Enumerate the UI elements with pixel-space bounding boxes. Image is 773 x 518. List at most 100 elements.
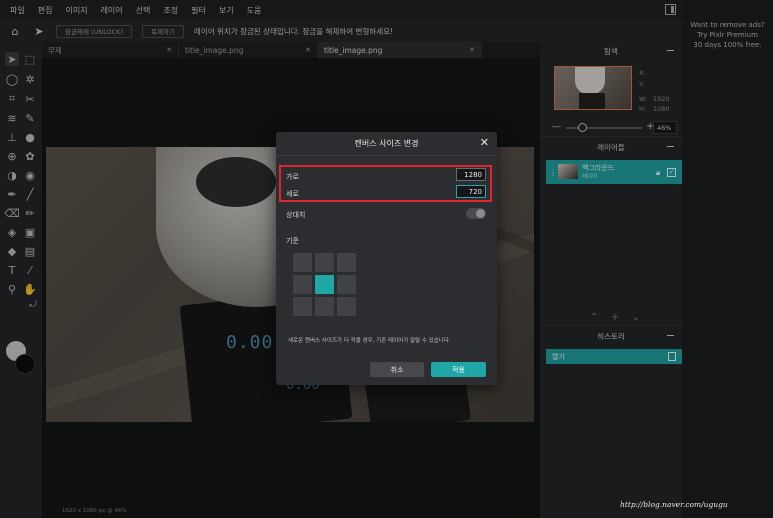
height-input[interactable]: 720	[456, 185, 486, 198]
anchor-label: 기준	[286, 237, 299, 245]
gradient-icon[interactable]: ▣	[23, 225, 37, 239]
layer-thumbnail	[558, 164, 578, 179]
cancel-button[interactable]: 취소	[370, 362, 424, 377]
anchor-bottom[interactable]	[315, 297, 334, 316]
dodge-icon[interactable]: ◑	[5, 168, 19, 182]
width-input[interactable]: 1280	[456, 168, 486, 181]
options-toolbar: ⌂ ➤ 잠금해제 (UNLOCK) 복제하기 레이어 위치가 잠금된 상태입니다…	[0, 20, 682, 42]
relative-label: 상대치	[286, 211, 306, 219]
divider	[276, 155, 497, 156]
zoom-out-icon[interactable]: —	[552, 122, 561, 132]
marquee-icon[interactable]: ⬚	[23, 52, 37, 66]
zoom-slider-handle[interactable]	[578, 123, 587, 132]
anchor-top-left[interactable]	[293, 253, 312, 272]
text-icon[interactable]: T	[5, 263, 19, 277]
menu-image[interactable]: 이미지	[65, 5, 87, 16]
menu-adjust[interactable]: 조정	[163, 5, 178, 16]
pencil-icon[interactable]: ✏	[23, 206, 37, 220]
tab-title-image-1[interactable]: title_image.png ✕	[179, 42, 318, 58]
crop-icon[interactable]: ⌗	[5, 92, 19, 106]
anchor-left[interactable]	[293, 275, 312, 294]
zoom-input[interactable]: 46%	[653, 121, 677, 134]
tab-label: 무제	[48, 45, 62, 55]
close-icon[interactable]: ✕	[469, 46, 475, 54]
relative-toggle[interactable]	[466, 208, 486, 219]
tools-panel: ➤ ⬚ ◯ ✲ ⌗ ✂ ≋ ✎ ⊥ ● ⊕ ✿ ◑ ◉ ✒ ╱ ⌫ ✏ ◈ ▣ …	[0, 42, 42, 518]
ad-line-1: Want to remove ads?	[690, 21, 765, 29]
dialog-note: 새로운 캔버스 사이즈가 더 작을 경우, 기존 레이어가 잘릴 수 있습니다.	[288, 338, 451, 344]
quick-select-icon[interactable]: ✲	[23, 72, 37, 86]
document-tabs: 무제 ✕ title_image.png ✕ title_image.png ✕	[42, 42, 482, 58]
menu-filter[interactable]: 필터	[191, 5, 206, 16]
liquify-icon[interactable]: ≋	[5, 111, 19, 125]
visibility-checkbox-icon[interactable]: ✓	[667, 168, 676, 177]
hand-icon[interactable]: ✋	[23, 282, 37, 296]
add-layer-icon[interactable]: +	[611, 312, 619, 323]
canvas-size-dialog: 캔버스 사이즈 변경 ✕ 가로 1280 세로 720 상대치 기준 새로운 캔…	[276, 132, 497, 385]
zoom-control: — + 46%	[552, 121, 680, 135]
menu-edit[interactable]: 편집	[38, 5, 53, 16]
arrange-icon[interactable]: ➤	[5, 52, 19, 66]
swap-colors-icon[interactable]: ⤾	[26, 298, 40, 312]
layers-title: 레이어들	[597, 142, 625, 152]
menu-bar: 파일 편집 이미지 레이어 선택 조정 필터 보기 도움	[0, 0, 682, 20]
chevron-up-icon[interactable]: ⌃	[590, 312, 598, 323]
brush-icon[interactable]: ╱	[23, 187, 37, 201]
apply-button[interactable]: 적용	[431, 362, 486, 377]
tab-label: title_image.png	[324, 45, 383, 55]
blur-icon[interactable]: ●	[23, 130, 37, 144]
ad-panel[interactable]: Want to remove ads? Try Pixlr Premium 30…	[682, 0, 773, 518]
cutout-icon[interactable]: ✂	[23, 92, 37, 106]
anchor-right[interactable]	[337, 275, 356, 294]
image-icon[interactable]: ▤	[23, 244, 37, 258]
divider	[540, 325, 682, 326]
layer-item[interactable]: ⋮ 백그라운드 레이어 🔒︎ ✓	[546, 160, 682, 184]
menu-help[interactable]: 도움	[247, 5, 262, 16]
close-icon[interactable]: ✕	[305, 46, 311, 54]
anchor-top-right[interactable]	[337, 253, 356, 272]
panel-toggle-icon[interactable]	[665, 4, 676, 15]
burn-icon[interactable]: ◉	[23, 168, 37, 182]
history-item[interactable]: 열기	[546, 349, 682, 364]
drag-handle-icon[interactable]: ⋮	[549, 168, 557, 177]
navigator-thumbnail[interactable]	[554, 66, 632, 110]
ad-line-3: 30 days 100% free.	[693, 41, 762, 49]
sponge-icon[interactable]: ⊕	[5, 149, 19, 163]
menu-select[interactable]: 선택	[136, 5, 151, 16]
shape-icon[interactable]: ◆	[5, 244, 19, 258]
menu-file[interactable]: 파일	[10, 5, 25, 16]
eraser-icon[interactable]: ⌫	[4, 206, 20, 220]
pen-icon[interactable]: ✒	[5, 187, 19, 201]
duplicate-button[interactable]: 복제하기	[142, 24, 184, 38]
anchor-center[interactable]	[315, 275, 334, 294]
navigator-h: H: 1080	[639, 105, 670, 113]
canvas-status: 1920 x 1080 px @ 46%	[62, 508, 127, 514]
zoom-icon[interactable]: ⚲	[5, 282, 19, 296]
home-icon[interactable]: ⌂	[8, 24, 22, 38]
arrow-cursor-icon[interactable]: ➤	[32, 24, 46, 38]
anchor-bottom-right[interactable]	[337, 297, 356, 316]
menu-view[interactable]: 보기	[219, 5, 234, 16]
color-replace-icon[interactable]: ✿	[23, 149, 37, 163]
menu-layer[interactable]: 레이어	[101, 5, 123, 16]
close-icon[interactable]: ✕	[166, 46, 172, 54]
collapse-icon[interactable]	[667, 50, 674, 51]
lasso-icon[interactable]: ◯	[5, 72, 19, 86]
thumbnail-shape	[575, 67, 605, 95]
background-color-swatch[interactable]	[15, 354, 35, 374]
anchor-bottom-left[interactable]	[293, 297, 312, 316]
heal-icon[interactable]: ✎	[23, 111, 37, 125]
fill-icon[interactable]: ◈	[5, 225, 19, 239]
tab-untitled[interactable]: 무제 ✕	[42, 42, 179, 58]
close-icon[interactable]: ✕	[480, 136, 489, 149]
lock-icon[interactable]: 🔒︎	[656, 168, 660, 178]
collapse-icon[interactable]	[667, 335, 674, 336]
unlock-button[interactable]: 잠금해제 (UNLOCK)	[56, 24, 132, 38]
collapse-icon[interactable]	[667, 146, 674, 147]
chevron-down-icon[interactable]: ⌄	[632, 312, 640, 323]
eyedropper-icon[interactable]: ⁄	[23, 263, 37, 277]
anchor-top[interactable]	[315, 253, 334, 272]
navigator-y: Y:	[639, 80, 645, 88]
tab-title-image-2[interactable]: title_image.png ✕	[318, 42, 482, 58]
clone-icon[interactable]: ⊥	[5, 130, 19, 144]
